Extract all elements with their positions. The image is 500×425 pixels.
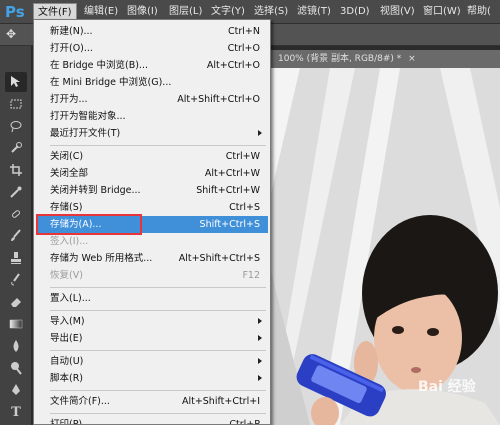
history-brush-tool-icon[interactable] (5, 270, 27, 290)
quick-selection-tool-icon[interactable] (5, 138, 27, 158)
close-tab-icon[interactable]: × (408, 54, 416, 64)
document-canvas[interactable]: Bai 经验 (270, 68, 500, 425)
submenu-arrow-icon (258, 318, 262, 324)
menu-item-browse-mini-bridge[interactable]: 在 Mini Bridge 中浏览(G)... (36, 74, 268, 91)
menu-item-open-as-smart-object[interactable]: 打开为智能对象... (36, 108, 268, 125)
type-tool-icon[interactable]: T (5, 402, 27, 422)
tools-panel: T (0, 46, 32, 425)
menu-separator (50, 287, 266, 288)
submenu-arrow-icon (258, 358, 262, 364)
dodge-tool-icon[interactable] (5, 358, 27, 378)
menu-separator (50, 390, 266, 391)
healing-brush-tool-icon[interactable] (5, 204, 27, 224)
menu-3d[interactable]: 3D(D) (336, 3, 374, 21)
menu-item-save-for-web[interactable]: 存储为 Web 所用格式... Alt+Shift+Ctrl+S (36, 250, 268, 267)
crop-tool-icon[interactable] (5, 160, 27, 180)
menu-item-close[interactable]: 关闭(C) Ctrl+W (36, 148, 268, 165)
marquee-tool-icon[interactable] (5, 94, 27, 114)
menu-item-recent-files[interactable]: 最近打开文件(T) (36, 125, 268, 142)
menu-item-import[interactable]: 导入(M) (36, 313, 268, 330)
menu-item-browse-bridge[interactable]: 在 Bridge 中浏览(B)... Alt+Ctrl+O (36, 57, 268, 74)
menu-item-save-as[interactable]: 存储为(A)... Shift+Ctrl+S (36, 216, 268, 233)
document-tab[interactable]: 100% (背景 副本, RGB/8#) * × (270, 50, 500, 68)
menu-item-new[interactable]: 新建(N)... Ctrl+N (36, 23, 268, 40)
menu-item-close-all[interactable]: 关闭全部 Alt+Ctrl+W (36, 165, 268, 182)
blur-tool-icon[interactable] (5, 336, 27, 356)
pen-tool-icon[interactable] (5, 380, 27, 400)
submenu-arrow-icon (258, 130, 262, 136)
menu-item-print[interactable]: 打印(P)... Ctrl+P (36, 416, 268, 424)
menu-separator (50, 413, 266, 414)
menu-item-revert: 恢复(V) F12 (50, 270, 260, 281)
menu-item-check-in: 签入(I)... (50, 236, 89, 247)
menu-item-scripts[interactable]: 脚本(R) (36, 370, 268, 387)
menu-item-file-info[interactable]: 文件简介(F)... Alt+Shift+Ctrl+I (36, 393, 268, 410)
canvas-image (270, 68, 500, 425)
menu-item-open-as[interactable]: 打开为... Alt+Shift+Ctrl+O (36, 91, 268, 108)
gradient-tool-icon[interactable] (5, 314, 27, 334)
menu-item-automate[interactable]: 自动(U) (36, 353, 268, 370)
file-menu-dropdown: 新建(N)... Ctrl+N 打开(O)... Ctrl+O 在 Bridge 中… (33, 19, 271, 425)
menu-item-open[interactable]: 打开(O)... Ctrl+O (36, 40, 268, 57)
eraser-tool-icon[interactable] (5, 292, 27, 312)
clone-stamp-tool-icon[interactable] (5, 248, 27, 268)
menu-filter[interactable]: 滤镜(T) (293, 3, 335, 21)
move-tool-icon[interactable]: ✥ (6, 27, 16, 41)
document-tab-title: 100% (背景 副本, RGB/8#) * (278, 54, 402, 64)
menu-separator (50, 310, 266, 311)
menu-separator (50, 350, 266, 351)
lasso-tool-icon[interactable] (5, 116, 27, 136)
menu-item-place[interactable]: 置入(L)... (36, 290, 268, 307)
eyedropper-tool-icon[interactable] (5, 182, 27, 202)
menu-view[interactable]: 视图(V) (376, 3, 419, 21)
move-tool-icon[interactable] (5, 72, 27, 92)
menu-item-close-go-bridge[interactable]: 关闭并转到 Bridge... Shift+Ctrl+W (36, 182, 268, 199)
submenu-arrow-icon (258, 335, 262, 341)
menu-item-export[interactable]: 导出(E) (36, 330, 268, 347)
menu-item-save[interactable]: 存储(S) Ctrl+S (36, 199, 268, 216)
menu-help[interactable]: 帮助( (463, 3, 495, 21)
photoshop-logo[interactable]: Ps (5, 3, 27, 21)
baidu-watermark: Bai 经验 (418, 379, 476, 395)
menu-separator (50, 145, 266, 146)
brush-tool-icon[interactable] (5, 226, 27, 246)
menu-window[interactable]: 窗口(W) (419, 3, 465, 21)
submenu-arrow-icon (258, 375, 262, 381)
